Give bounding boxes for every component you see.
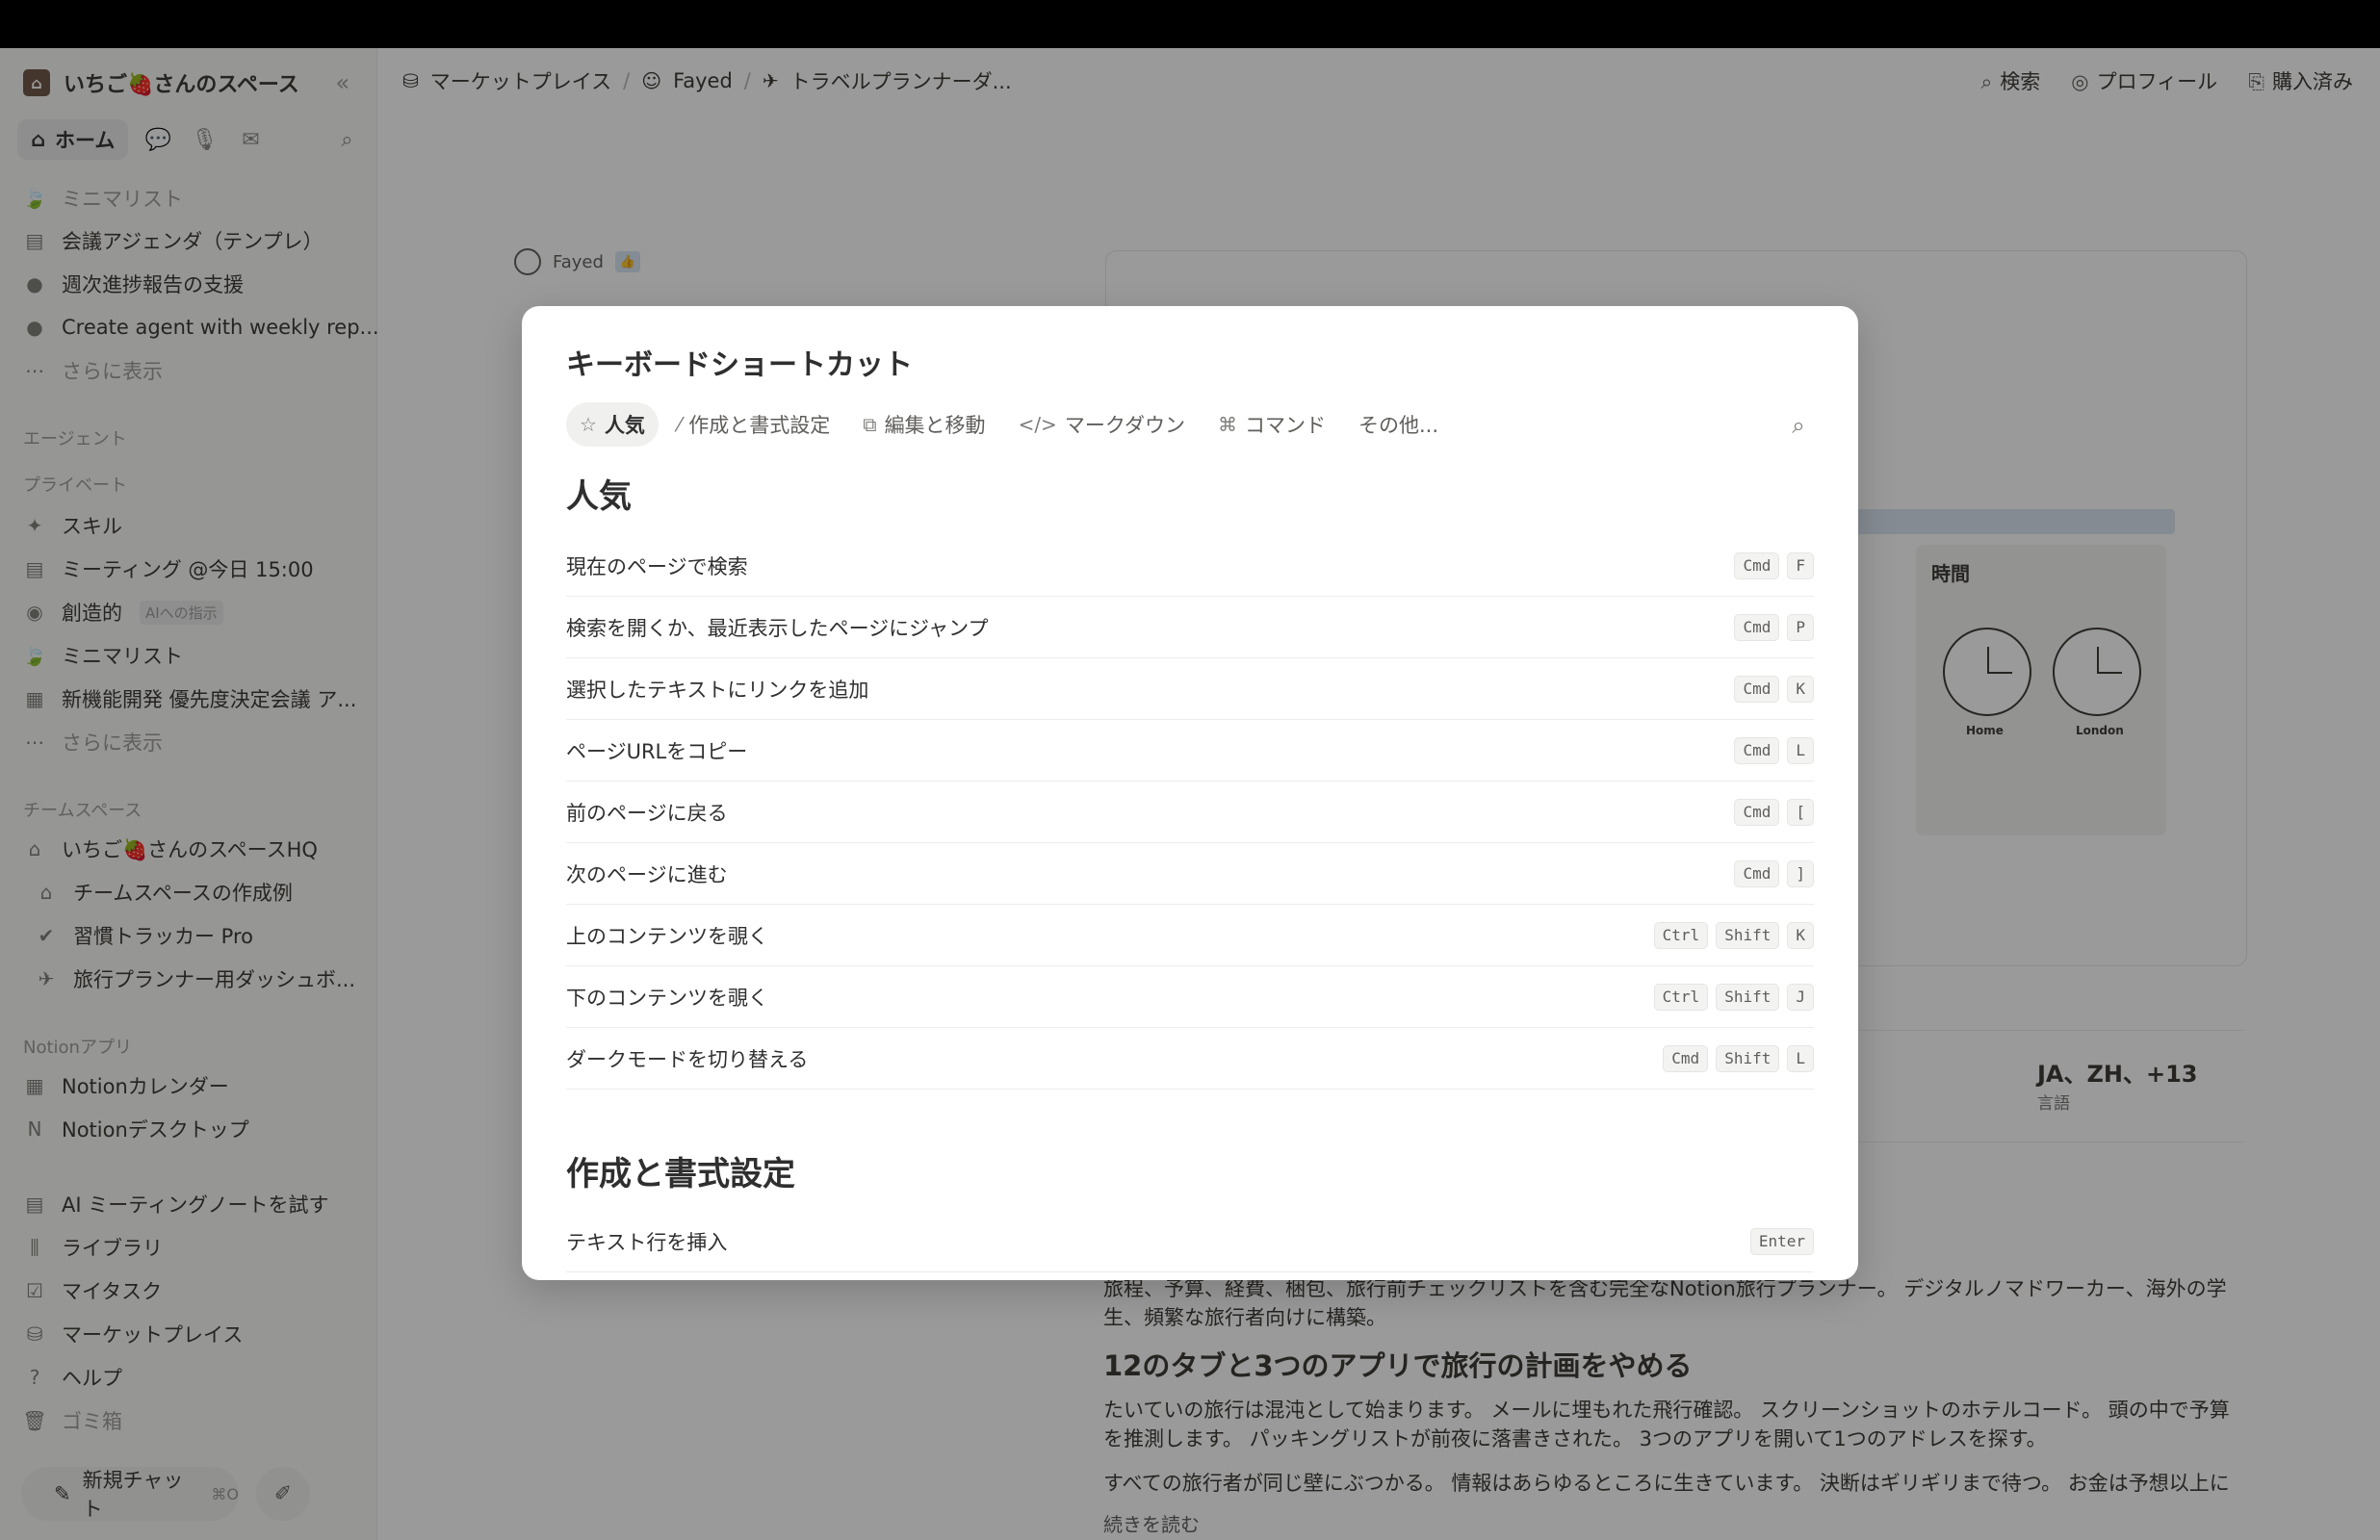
shortcut-keys: Cmd L [1734, 736, 1814, 764]
shortcut-label: 次のページに進む [566, 862, 728, 886]
shortcut-label: ページURLをコピー [566, 739, 748, 763]
key-cap: L [1787, 736, 1814, 764]
key-cap: Enter [1749, 1227, 1814, 1255]
window-top-bar [0, 0, 2380, 48]
shortcut-row: 選択したテキストにリンクを追加 Cmd K [566, 658, 1814, 720]
key-cap: L [1787, 1044, 1814, 1072]
tab-label: その他... [1358, 414, 1439, 437]
key-cap: J [1787, 983, 1814, 1011]
star-icon: ☆ [580, 413, 597, 436]
key-cap: Cmd [1663, 1044, 1709, 1072]
shortcut-row: 上のコンテンツを覗く Ctrl Shift K [566, 905, 1814, 966]
key-cap: Shift [1716, 1044, 1780, 1072]
copy-icon: ⧉ [863, 413, 877, 436]
tab-popular[interactable]: ☆ 人気 [566, 402, 659, 447]
key-cap: P [1787, 613, 1814, 641]
tab-label: 編集と移動 [884, 414, 986, 437]
tab-more[interactable]: その他... [1345, 402, 1452, 447]
key-cap: Shift [1716, 983, 1780, 1011]
shortcut-label: テキスト行を挿入 [566, 1230, 728, 1254]
shortcut-keys: Cmd P [1734, 613, 1814, 641]
shortcut-keys: Ctrl Shift K [1653, 921, 1814, 949]
key-cap: Shift [1716, 921, 1780, 949]
key-cap: K [1787, 921, 1814, 949]
key-cap: Cmd [1734, 798, 1780, 826]
key-cap: F [1787, 552, 1814, 579]
shortcut-label: 上のコンテンツを覗く [566, 924, 768, 948]
shortcut-keys: Cmd[ [1734, 798, 1814, 826]
shortcut-row: 次のページに進む Cmd] [566, 843, 1814, 905]
modal-tabs: ☆ 人気 ⁄ 作成と書式設定 ⧉ 編集と移動 </> マークダウン ⌘ コマンド その他.… [566, 402, 1452, 447]
key-cap: Cmd [1734, 552, 1780, 579]
modal-title: キーボードショートカット [566, 348, 913, 382]
shortcut-keys: Ctrl Shift J [1653, 983, 1814, 1011]
tab-label: 人気 [604, 414, 645, 437]
shortcut-keys: Cmd K [1734, 675, 1814, 703]
shortcut-keys: Cmd F [1734, 552, 1814, 579]
key-cap: Cmd [1734, 860, 1780, 887]
shortcut-label: 現在のページで検索 [566, 554, 748, 578]
section-heading-create: 作成と書式設定 [566, 1155, 795, 1194]
shortcut-label: ダークモードを切り替える [566, 1047, 809, 1071]
pencil-icon: ⁄ [677, 413, 682, 436]
shortcut-row: 現在のページで検索 Cmd F [566, 535, 1814, 597]
tab-label: コマンド [1245, 414, 1326, 437]
shortcut-keys: Cmd] [1734, 860, 1814, 887]
shortcut-row: 前のページに戻る Cmd[ [566, 782, 1814, 843]
shortcuts-modal: キーボードショートカット ☆ 人気 ⁄ 作成と書式設定 ⧉ 編集と移動 </> マークダ… [522, 306, 1858, 1280]
shortcut-row: 検索を開くか、最近表示したページにジャンプ Cmd P [566, 597, 1814, 658]
tab-command[interactable]: ⌘ コマンド [1204, 402, 1339, 447]
search-icon[interactable]: ⌕ [1783, 410, 1814, 441]
tab-label: 作成と書式設定 [688, 414, 831, 437]
key-cap: K [1787, 675, 1814, 703]
tab-create-format[interactable]: ⁄ 作成と書式設定 [664, 402, 843, 447]
shortcut-keys: Enter [1749, 1227, 1814, 1255]
shortcut-row: テキスト行を挿入 Enter [566, 1211, 1814, 1272]
command-icon: ⌘ [1218, 413, 1237, 436]
shortcut-label: 選択したテキストにリンクを追加 [566, 678, 869, 702]
key-cap: Cmd [1734, 613, 1780, 641]
key-cap: Cmd [1734, 675, 1780, 703]
key-cap: Ctrl [1653, 921, 1709, 949]
shortcut-row: 下のコンテンツを覗く Ctrl Shift J [566, 966, 1814, 1028]
shortcut-row: ダークモードを切り替える Cmd Shift L [566, 1028, 1814, 1090]
tab-edit-move[interactable]: ⧉ 編集と移動 [849, 402, 998, 447]
tab-label: マークダウン [1064, 414, 1185, 437]
shortcut-label: 検索を開くか、最近表示したページにジャンプ [566, 616, 989, 640]
shortcut-label: 前のページに戻る [566, 801, 728, 825]
shortcut-keys: Cmd Shift L [1663, 1044, 1814, 1072]
key-cap: [ [1787, 798, 1814, 826]
key-cap: Cmd [1734, 736, 1780, 764]
shortcut-row: ページURLをコピー Cmd L [566, 720, 1814, 782]
key-cap: Ctrl [1653, 983, 1709, 1011]
code-icon: </> [1018, 413, 1057, 436]
tab-markdown[interactable]: </> マークダウン [1005, 402, 1199, 447]
section-heading-popular: 人気 [566, 477, 632, 516]
shortcut-label: 下のコンテンツを覗く [566, 986, 768, 1010]
key-cap: ] [1787, 860, 1814, 887]
